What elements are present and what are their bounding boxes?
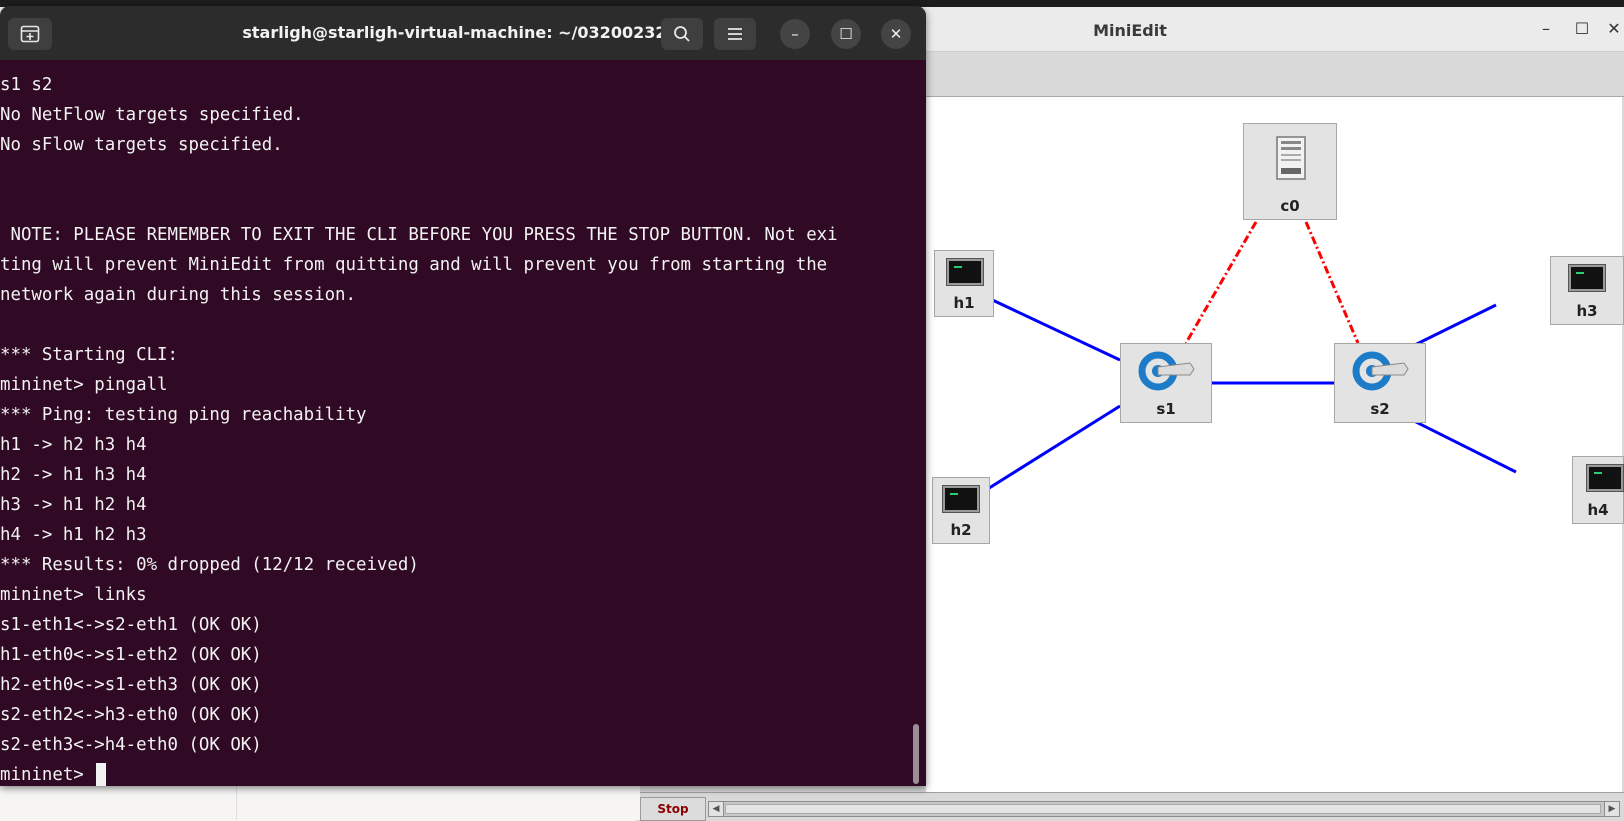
terminal-line: s1-eth1<->s2-eth1 (OK OK) (0, 615, 262, 635)
horizontal-scrollbar[interactable]: ◀ ▶ (708, 801, 1620, 817)
terminal-line: NOTE: PLEASE REMEMBER TO EXIT THE CLI BE… (0, 225, 838, 245)
desktop-background (0, 786, 640, 820)
host-node-h1[interactable]: h1 (934, 250, 994, 317)
terminal-screen-icon (1569, 265, 1605, 291)
terminal-screen-icon (947, 259, 983, 285)
switch-node-s2[interactable]: s2 (1334, 343, 1426, 423)
terminal-line: h3 -> h1 h2 h4 (0, 495, 147, 515)
openflow-switch-icon (1138, 351, 1195, 391)
terminal-screen-icon (1587, 465, 1623, 491)
terminal-output[interactable]: s1 s2 No NetFlow targets specified. No s… (0, 60, 910, 786)
search-icon (674, 26, 690, 42)
terminal-screen-icon (943, 486, 979, 512)
terminal-line: s2-eth2<->h3-eth0 (OK OK) (0, 705, 262, 725)
text-cursor (96, 763, 107, 786)
switch-node-s1[interactable]: s1 (1120, 343, 1212, 423)
terminal-line: *** Results: 0% dropped (12/12 received) (0, 555, 419, 575)
menu-button[interactable] (714, 18, 756, 50)
node-label: h2 (950, 521, 972, 539)
stop-button[interactable]: Stop (640, 797, 706, 821)
host-node-h2[interactable]: h2 (932, 477, 990, 544)
node-label: h1 (953, 294, 975, 312)
new-tab-button[interactable] (8, 18, 52, 50)
maximize-button[interactable]: ☐ (831, 19, 861, 49)
terminal-scrollbar[interactable] (913, 724, 919, 784)
terminal-line: h1 -> h2 h3 h4 (0, 435, 147, 455)
close-button[interactable]: ✕ (1602, 17, 1624, 41)
terminal-line: *** Starting CLI: (0, 345, 178, 365)
terminal-line: h1-eth0<->s1-eth2 (OK OK) (0, 645, 262, 665)
terminal-line: s2-eth3<->h4-eth0 (OK OK) (0, 735, 262, 755)
miniedit-statusbar: Stop ◀ ▶ (636, 792, 1624, 821)
scroll-right-icon[interactable]: ▶ (1604, 802, 1619, 816)
search-button[interactable] (661, 18, 703, 50)
host-node-h4[interactable]: h4 (1572, 456, 1624, 524)
terminal-line: No NetFlow targets specified. (0, 105, 304, 125)
host-node-h3[interactable]: h3 (1550, 256, 1624, 325)
link-h2-s1 (985, 404, 1121, 492)
hamburger-menu-icon (728, 28, 742, 40)
node-label: s1 (1156, 400, 1176, 418)
terminal-line: *** Ping: testing ping reachability (0, 405, 367, 425)
scroll-left-icon[interactable]: ◀ (709, 802, 724, 816)
link-h1-s1 (985, 295, 1121, 362)
terminal-line: mininet> pingall (0, 375, 168, 395)
maximize-button[interactable]: ☐ (1570, 17, 1594, 41)
node-label: h3 (1576, 302, 1598, 320)
controller-node-c0[interactable]: c0 (1243, 123, 1337, 220)
minimize-button[interactable]: – (780, 19, 810, 49)
node-label: h4 (1587, 501, 1609, 519)
node-label: s2 (1370, 400, 1390, 418)
terminal-window: starligh@starligh-virtual-machine: ~/032… (0, 6, 926, 786)
node-label: c0 (1280, 197, 1300, 215)
close-button[interactable]: ✕ (881, 19, 911, 49)
scrollbar-thumb[interactable] (725, 804, 1601, 814)
terminal-line: network again during this session. (0, 285, 356, 305)
link-c0-s2 (1304, 221, 1360, 344)
terminal-prompt-line[interactable]: mininet> (0, 760, 107, 786)
terminal-prompt: mininet> (0, 765, 95, 785)
openflow-switch-icon (1352, 351, 1409, 391)
minimize-button[interactable]: – (1534, 17, 1558, 41)
terminal-line: s1 s2 (0, 75, 53, 95)
terminal-line: h2 -> h1 h3 h4 (0, 465, 147, 485)
terminal-line: h2-eth0<->s1-eth3 (OK OK) (0, 675, 262, 695)
terminal-line: mininet> links (0, 585, 147, 605)
terminal-headerbar[interactable]: starligh@starligh-virtual-machine: ~/032… (0, 6, 926, 60)
topology-canvas[interactable]: c0 h1 h2 h3 h4 s1 s2 (926, 97, 1624, 792)
divider (236, 786, 237, 820)
terminal-line: No sFlow targets specified. (0, 135, 283, 155)
server-icon (1276, 136, 1306, 180)
terminal-line: ting will prevent MiniEdit from quitting… (0, 255, 828, 275)
terminal-line: h4 -> h1 h2 h3 (0, 525, 147, 545)
link-c0-s1 (1184, 221, 1258, 344)
new-tab-icon (20, 25, 40, 43)
